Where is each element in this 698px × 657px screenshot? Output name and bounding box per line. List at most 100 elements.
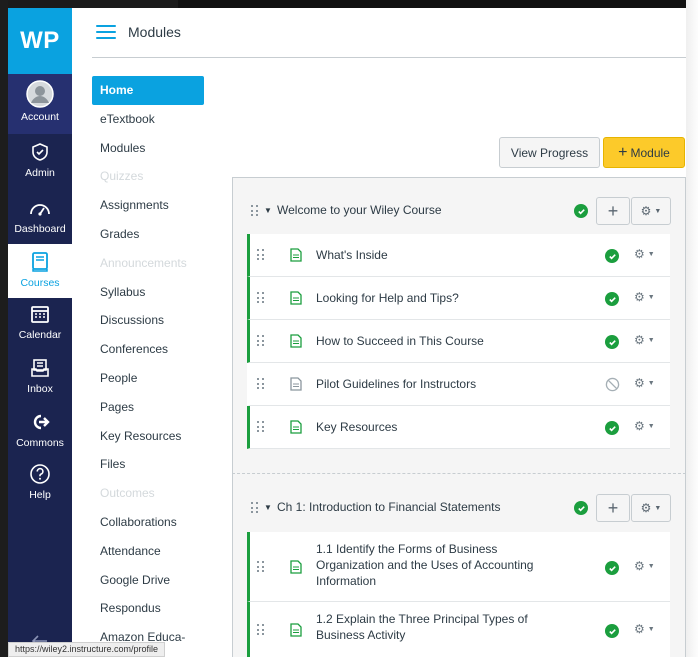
course-nav-assignments[interactable]: Assignments [92,191,204,220]
drag-handle-icon[interactable] [257,624,265,636]
course-nav-files[interactable]: Files [92,450,204,479]
item-settings-button[interactable]: ⚙ ▼ [634,247,655,261]
course-nav-modules[interactable]: Modules [92,134,204,163]
nav-inbox[interactable]: Inbox [8,356,72,406]
breadcrumb[interactable]: Modules [128,24,181,40]
module-item-title[interactable]: 1.2 Explain the Three Principal Types of… [316,611,528,643]
drag-handle-icon[interactable] [257,561,265,573]
module-item[interactable]: 1.2 Explain the Three Principal Types of… [247,602,670,657]
nav-help[interactable]: Help [8,462,72,512]
module-item-title-line: Organization and the Uses of Accounting [316,558,534,572]
course-nav-syllabus[interactable]: Syllabus [92,278,204,307]
nav-dashboard-label: Dashboard [14,223,66,235]
nav-courses-label: Courses [20,277,60,289]
nav-account[interactable]: Account [8,74,72,134]
item-settings-button[interactable]: ⚙ ▼ [634,559,655,573]
nav-courses[interactable]: Courses [8,244,72,298]
add-module-button[interactable]: + Module [603,137,685,168]
module-item-title-line: Information [316,574,377,588]
module-settings-button[interactable]: ⚙ ▼ [631,197,671,225]
course-nav-conferences[interactable]: Conferences [92,335,204,364]
module-item-title[interactable]: Pilot Guidelines for Instructors [316,376,476,392]
wiley-logo[interactable]: WP [8,8,72,74]
gear-icon: ⚙ [634,247,645,261]
course-nav-pages[interactable]: Pages [92,393,204,422]
course-nav-attendance[interactable]: Attendance [92,537,204,566]
drag-handle-icon[interactable] [257,378,265,390]
module-item-title[interactable]: What's Inside [316,247,388,263]
collapse-caret-icon[interactable]: ▼ [264,206,272,215]
chevron-down-icon: ▼ [647,336,655,344]
course-nav-google-drive[interactable]: Google Drive [92,566,204,595]
gear-icon: ⚙ [640,204,652,218]
module-item-title[interactable]: Looking for Help and Tips? [316,290,459,306]
nav-calendar[interactable]: Calendar [8,302,72,352]
unpublished-icon[interactable] [605,377,620,397]
inbox-icon [28,356,52,380]
published-check-icon[interactable] [605,292,619,306]
published-check-icon[interactable] [574,501,588,515]
drag-handle-icon[interactable] [257,335,265,347]
item-settings-button[interactable]: ⚙ ▼ [634,622,655,636]
chevron-down-icon: ▼ [647,379,655,387]
view-progress-button[interactable]: View Progress [499,137,600,168]
published-check-icon[interactable] [605,421,619,435]
add-item-button[interactable]: + [596,197,630,225]
drag-handle-icon[interactable] [257,292,265,304]
published-check-icon[interactable] [605,561,619,575]
drag-handle-icon[interactable] [257,421,265,433]
course-nav-home[interactable]: Home [92,76,204,105]
published-check-icon[interactable] [605,249,619,263]
nav-admin[interactable]: Admin [8,140,72,190]
hamburger-menu-icon[interactable] [96,25,116,39]
module-settings-button[interactable]: ⚙ ▼ [631,494,671,522]
module-item-title[interactable]: 1.1 Identify the Forms of Business Organ… [316,541,533,589]
photo-frame-top-left [0,0,178,8]
module-header[interactable]: ▼ Welcome to your Wiley Course + ⚙ ▼ [233,178,685,234]
course-nav-quizzes: Quizzes [100,169,144,184]
item-settings-button[interactable]: ⚙ ▼ [634,333,655,347]
course-nav-collaborations[interactable]: Collaborations [92,508,204,537]
nav-help-label: Help [29,489,51,501]
course-nav-outcomes: Outcomes [100,486,155,501]
module-item-title[interactable]: How to Succeed in This Course [316,333,484,349]
course-nav-etextbook[interactable]: eTextbook [92,105,204,134]
module-item-title[interactable]: Key Resources [316,419,397,435]
gear-icon: ⚙ [634,622,645,636]
item-settings-button[interactable]: ⚙ ▼ [634,419,655,433]
drag-handle-icon[interactable] [257,249,265,261]
item-settings-button[interactable]: ⚙ ▼ [634,290,655,304]
drag-handle-icon[interactable] [251,502,259,514]
module-item[interactable]: How to Succeed in This Course ⚙ ▼ [247,320,670,363]
module-header[interactable]: ▼ Ch 1: Introduction to Financial Statem… [233,474,685,530]
published-check-icon[interactable] [605,624,619,638]
published-check-icon[interactable] [605,335,619,349]
drag-handle-icon[interactable] [251,205,259,217]
course-navigation: Home eTextbook Modules Quizzes Assignmen… [92,76,204,652]
module-item[interactable]: Key Resources ⚙ ▼ [247,406,670,449]
module-item[interactable]: What's Inside ⚙ ▼ [247,234,670,277]
gear-icon: ⚙ [634,290,645,304]
nav-commons[interactable]: Commons [8,410,72,460]
published-check-icon[interactable] [574,204,588,218]
add-item-button[interactable]: + [596,494,630,522]
module-item[interactable]: Looking for Help and Tips? ⚙ ▼ [247,277,670,320]
collapse-caret-icon[interactable]: ▼ [264,503,272,512]
course-nav-grades[interactable]: Grades [92,220,204,249]
nav-dashboard[interactable]: Dashboard [8,196,72,246]
module-item-title-line: Business Activity [316,628,406,642]
module-item[interactable]: 1.1 Identify the Forms of Business Organ… [247,532,670,602]
page-document-icon [290,377,302,391]
course-nav-people[interactable]: People [92,364,204,393]
chevron-down-icon: ▼ [647,422,655,430]
course-nav-key-resources[interactable]: Key Resources [92,422,204,451]
module-chapter-1: ▼ Ch 1: Introduction to Financial Statem… [232,473,686,657]
course-nav-discussions[interactable]: Discussions [92,306,204,335]
module-item[interactable]: Pilot Guidelines for Instructors ⚙ ▼ [247,363,670,406]
calendar-icon [28,302,52,326]
photo-frame-right [686,0,698,657]
gear-icon: ⚙ [634,419,645,433]
item-settings-button[interactable]: ⚙ ▼ [634,376,655,390]
admin-shield-icon [28,140,52,164]
course-nav-respondus[interactable]: Respondus [92,594,204,623]
